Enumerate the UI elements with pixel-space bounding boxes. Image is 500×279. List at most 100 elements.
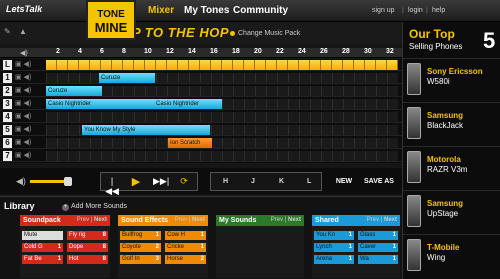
sound-chip[interactable]: Fat Be 1	[22, 255, 63, 264]
key-h-button[interactable]: H	[223, 178, 228, 185]
sound-clip[interactable]: Curuze	[46, 86, 102, 96]
key-k-button[interactable]: K	[279, 178, 284, 185]
loop-block[interactable]	[255, 60, 266, 70]
volume-slider-handle[interactable]	[64, 177, 72, 186]
sound-clip[interactable]: Ion Scratch	[168, 138, 212, 148]
track-mute-icon[interactable]: ▣ ◀)	[15, 151, 31, 159]
sound-chip[interactable]: Cricke 1	[165, 243, 206, 252]
nav-community[interactable]: Community	[233, 5, 288, 16]
track-lane[interactable]	[46, 112, 398, 122]
track-lane[interactable]: You Know My Style	[46, 125, 398, 135]
loop-block[interactable]	[222, 60, 233, 70]
sound-chip[interactable]: Lynch 1	[314, 243, 354, 252]
next-button[interactable]: Next	[94, 217, 107, 223]
track-lane[interactable]	[46, 151, 398, 161]
play-button[interactable]: ▶	[129, 175, 143, 188]
sound-chip[interactable]: Wa 1	[358, 255, 398, 264]
sound-chip[interactable]: You Kn 1	[314, 231, 354, 240]
track-lane[interactable]: Curuze	[46, 73, 398, 83]
track-lane[interactable]: Curuze	[46, 86, 398, 96]
loop-block[interactable]	[321, 60, 332, 70]
sound-clip[interactable]: Casio Nightrider	[46, 99, 154, 109]
sound-chip[interactable]: Golf In 3	[120, 255, 161, 264]
phone-promo-item[interactable]: T-Mobile Wing	[403, 234, 500, 276]
track-mute-icon[interactable]: ▣ ◀)	[15, 73, 31, 81]
loop-block[interactable]	[343, 60, 354, 70]
prev-button[interactable]: Prev	[367, 217, 379, 223]
loop-block[interactable]	[299, 60, 310, 70]
sound-chip[interactable]: Horse 2	[165, 255, 206, 264]
track-mute-icon[interactable]: ▣ ◀)	[15, 99, 31, 107]
change-music-pack-link[interactable]: Change Music Pack	[230, 30, 300, 37]
loop-block[interactable]	[46, 60, 57, 70]
loop-block[interactable]	[57, 60, 68, 70]
sound-chip[interactable]: Fly rig 8	[67, 231, 108, 240]
loop-block[interactable]	[211, 60, 222, 70]
forward-button[interactable]: ▶▶|	[153, 176, 169, 187]
loop-block[interactable]	[178, 60, 189, 70]
next-button[interactable]: Next	[288, 217, 301, 223]
loop-block[interactable]	[90, 60, 101, 70]
prev-button[interactable]: Prev	[271, 217, 283, 223]
loop-block[interactable]	[288, 60, 299, 70]
track-mute-icon[interactable]: ▣ ◀)	[15, 125, 31, 133]
timeline-ruler[interactable]: ◀) 2 4 6 8 10 12 14 16 18 20 22 24 26 28 30 32	[0, 48, 402, 58]
sound-chip[interactable]: Mute	[22, 231, 63, 240]
loop-block[interactable]	[156, 60, 167, 70]
cursor-icon[interactable]: ▲	[19, 27, 27, 36]
key-l-button[interactable]: L	[307, 178, 311, 185]
phone-promo-item[interactable]: Motorola RAZR V3m	[403, 146, 500, 188]
sound-clip[interactable]: You Know My Style	[82, 125, 210, 135]
letstalk-brand[interactable]: LetsTalk	[6, 4, 42, 14]
track-mute-icon[interactable]: ▣ ◀)	[15, 60, 31, 68]
loop-block[interactable]	[376, 60, 387, 70]
rewind-button[interactable]: |◀◀	[105, 176, 119, 197]
sound-chip[interactable]: Caver 1	[358, 243, 398, 252]
sound-chip[interactable]: Coyote 2	[120, 243, 161, 252]
sign-up-link[interactable]: sign up	[372, 7, 395, 14]
sound-chip[interactable]: Cold G 1	[22, 243, 63, 252]
loop-block[interactable]	[277, 60, 288, 70]
sound-chip[interactable]: Cow H 1	[165, 231, 206, 240]
track-lane[interactable]: Ion Scratch	[46, 138, 398, 148]
login-link[interactable]: login	[408, 7, 423, 14]
loop-block[interactable]	[68, 60, 79, 70]
phone-promo-item[interactable]: Samsung BlackJack	[403, 102, 500, 144]
nav-my-tones[interactable]: My Tones	[184, 5, 229, 16]
loop-block[interactable]	[233, 60, 244, 70]
loop-block[interactable]	[200, 60, 211, 70]
loop-block[interactable]	[365, 60, 376, 70]
loop-button[interactable]: ⟳	[177, 176, 191, 187]
track-mute-icon[interactable]: ▣ ◀)	[15, 112, 31, 120]
save-as-button[interactable]: SAVE AS	[360, 172, 398, 191]
nav-mixer[interactable]: Mixer	[148, 5, 174, 16]
sound-chip[interactable]: Bullfrog 1	[120, 231, 161, 240]
pencil-icon[interactable]: ✎	[4, 27, 11, 36]
sound-chip[interactable]: Arena 1	[314, 255, 354, 264]
next-button[interactable]: Next	[384, 217, 397, 223]
loop-block[interactable]	[167, 60, 178, 70]
loop-block[interactable]	[123, 60, 134, 70]
phone-promo-item[interactable]: Samsung UpStage	[403, 190, 500, 232]
track-lane[interactable]	[46, 60, 398, 70]
loop-block[interactable]	[112, 60, 123, 70]
key-j-button[interactable]: J	[251, 178, 255, 185]
phone-promo-item[interactable]: Sony Ericsson W580i	[403, 58, 500, 100]
loop-block[interactable]	[101, 60, 112, 70]
loop-block[interactable]	[145, 60, 156, 70]
track-mute-icon[interactable]: ▣ ◀)	[15, 86, 31, 94]
loop-block[interactable]	[387, 60, 398, 70]
prev-button[interactable]: Prev	[175, 217, 187, 223]
new-button[interactable]: NEW	[332, 172, 356, 191]
loop-block[interactable]	[310, 60, 321, 70]
prev-button[interactable]: Prev	[77, 217, 89, 223]
sound-chip[interactable]: Hot 8	[67, 255, 108, 264]
sound-chip[interactable]: Dope 8	[67, 243, 108, 252]
help-link[interactable]: help	[432, 7, 445, 14]
sound-chip[interactable]: Glass 1	[358, 231, 398, 240]
loop-block[interactable]	[79, 60, 90, 70]
track-lane[interactable]: Casio Nightrider Casio Nightrider	[46, 99, 398, 109]
sound-clip[interactable]: Casio Nightrider	[154, 99, 222, 109]
loop-block[interactable]	[244, 60, 255, 70]
loop-block[interactable]	[354, 60, 365, 70]
